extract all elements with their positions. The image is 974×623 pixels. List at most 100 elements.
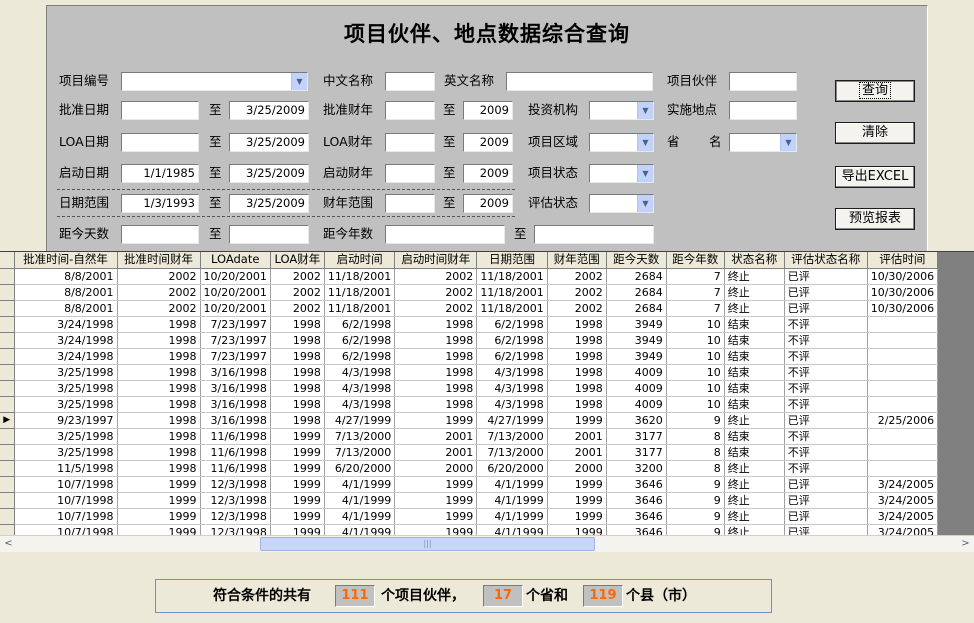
table-cell[interactable]: 3646	[606, 508, 667, 525]
table-cell[interactable]	[867, 348, 939, 365]
row-selector[interactable]	[0, 348, 15, 365]
table-cell[interactable]: 1999	[270, 444, 325, 461]
table-cell[interactable]: 12/3/1998	[200, 492, 271, 509]
chevron-down-icon[interactable]: ▼	[780, 134, 796, 151]
table-cell[interactable]	[867, 444, 939, 461]
table-cell[interactable]: 6/2/1998	[324, 316, 396, 333]
table-cell[interactable]: 2000	[547, 460, 607, 477]
table-cell[interactable]: 7/13/2000	[324, 444, 396, 461]
results-grid[interactable]: 批准时间-自然年 批准时间财年 LOAdate LOA财年 启动时间 启动时间财…	[0, 251, 974, 535]
loa-fy-to-field[interactable]: 2009	[463, 133, 513, 152]
table-cell[interactable]: 1998	[117, 428, 201, 445]
table-cell[interactable]: 3/25/1998	[14, 444, 118, 461]
column-header[interactable]: 启动时间财年	[394, 252, 478, 269]
table-cell[interactable]: 11/6/1998	[200, 444, 271, 461]
table-cell[interactable]: 4009	[606, 396, 667, 413]
table-cell[interactable]: 1999	[394, 524, 478, 535]
table-cell[interactable]: 10	[666, 396, 725, 413]
table-row[interactable]: ▶ 9/23/1997 1998 3/16/1998 1998 4/27/1999 1999…	[0, 412, 939, 429]
table-cell[interactable]: 结束	[724, 348, 785, 365]
approve-date-from-field[interactable]	[121, 101, 199, 120]
table-cell[interactable]: 已评	[784, 524, 868, 535]
table-cell[interactable]: 9	[666, 524, 725, 535]
table-cell[interactable]: 12/3/1998	[200, 476, 271, 493]
table-cell[interactable]: 2002	[117, 268, 201, 285]
preview-report-button[interactable]: 预览报表	[835, 208, 915, 230]
table-cell[interactable]: 终止	[724, 300, 785, 317]
investor-select[interactable]: ▼	[589, 101, 654, 120]
row-selector[interactable]	[0, 300, 15, 317]
table-cell[interactable]: 1999	[117, 492, 201, 509]
table-cell[interactable]: 3/24/1998	[14, 348, 118, 365]
table-cell[interactable]: 1999	[117, 508, 201, 525]
chevron-down-icon[interactable]: ▼	[637, 195, 653, 212]
table-cell[interactable]: 10	[666, 364, 725, 381]
table-cell[interactable]	[867, 396, 939, 413]
table-cell[interactable]: 3949	[606, 332, 667, 349]
table-cell[interactable]: 1999	[270, 508, 325, 525]
table-cell[interactable]: 1998	[270, 364, 325, 381]
table-cell[interactable]: 1999	[547, 476, 607, 493]
loa-date-from-field[interactable]	[121, 133, 199, 152]
table-cell[interactable]: 1998	[394, 364, 478, 381]
row-selector[interactable]	[0, 524, 15, 535]
date-range-from-field[interactable]: 1/3/1993	[121, 194, 199, 213]
row-selector[interactable]: ▶	[0, 412, 15, 429]
table-cell[interactable]: 3/24/1998	[14, 316, 118, 333]
table-cell[interactable]: 1998	[117, 460, 201, 477]
table-cell[interactable]: 3177	[606, 428, 667, 445]
table-cell[interactable]: 7/13/2000	[476, 444, 548, 461]
table-cell[interactable]: 8/8/2001	[14, 300, 118, 317]
partner-field[interactable]	[729, 72, 797, 91]
scroll-left-icon[interactable]: <	[0, 536, 17, 552]
table-cell[interactable]: 10/7/1998	[14, 492, 118, 509]
table-cell[interactable]: 10/7/1998	[14, 476, 118, 493]
table-row[interactable]: 10/7/1998 1999 12/3/1998 1999 4/1/1999 1999 4/…	[0, 476, 939, 493]
column-header[interactable]: 评估时间	[867, 252, 939, 269]
table-cell[interactable]: 1998	[394, 316, 478, 333]
table-cell[interactable]: 3620	[606, 412, 667, 429]
table-row[interactable]: 3/25/1998 1998 3/16/1998 1998 4/3/1998 1998 4/…	[0, 396, 939, 413]
table-cell[interactable]: 结束	[724, 428, 785, 445]
table-cell[interactable]: 3646	[606, 492, 667, 509]
table-row[interactable]: 3/25/1998 1998 11/6/1998 1999 7/13/2000 2001 7…	[0, 428, 939, 445]
table-cell[interactable]: 不评	[784, 380, 868, 397]
table-cell[interactable]: 已评	[784, 492, 868, 509]
table-cell[interactable]: 1999	[270, 524, 325, 535]
table-cell[interactable]: 2684	[606, 300, 667, 317]
table-cell[interactable]: 9	[666, 492, 725, 509]
table-cell[interactable]: 4/3/1998	[324, 364, 396, 381]
table-cell[interactable]: 2001	[547, 428, 607, 445]
project-no-select[interactable]: ▼	[121, 72, 308, 91]
table-cell[interactable]: 1998	[270, 380, 325, 397]
table-cell[interactable]: 终止	[724, 476, 785, 493]
table-cell[interactable]: 1998	[547, 348, 607, 365]
table-row[interactable]: 3/25/1998 1998 11/6/1998 1999 7/13/2000 2001 7…	[0, 444, 939, 461]
site-field[interactable]	[729, 101, 797, 120]
table-cell[interactable]: 8	[666, 444, 725, 461]
table-cell[interactable]: 4/3/1998	[324, 396, 396, 413]
table-row[interactable]: 11/5/1998 1998 11/6/1998 1999 6/20/2000 2000 6…	[0, 460, 939, 477]
table-cell[interactable]: 1999	[117, 476, 201, 493]
table-row[interactable]: 10/7/1998 1999 12/3/1998 1999 4/1/1999 1999 4/…	[0, 508, 939, 525]
column-header[interactable]: 启动时间	[324, 252, 396, 269]
table-cell[interactable]: 11/18/2001	[476, 300, 548, 317]
table-cell[interactable]: 11/18/2001	[324, 300, 396, 317]
table-cell[interactable]: 8/8/2001	[14, 268, 118, 285]
chevron-down-icon[interactable]: ▼	[637, 165, 653, 182]
table-cell[interactable]: 终止	[724, 412, 785, 429]
table-cell[interactable]: 已评	[784, 476, 868, 493]
table-cell[interactable]: 10/20/2001	[200, 284, 271, 301]
table-cell[interactable]: 终止	[724, 524, 785, 535]
table-cell[interactable]	[867, 460, 939, 477]
row-selector[interactable]	[0, 476, 15, 493]
table-cell[interactable]: 1998	[117, 332, 201, 349]
table-cell[interactable]: 6/2/1998	[476, 348, 548, 365]
row-selector[interactable]	[0, 492, 15, 509]
table-cell[interactable]: 3200	[606, 460, 667, 477]
table-cell[interactable]: 11/18/2001	[476, 284, 548, 301]
table-cell[interactable]: 7/13/2000	[324, 428, 396, 445]
table-cell[interactable]: 6/2/1998	[476, 316, 548, 333]
table-cell[interactable]: 2002	[270, 300, 325, 317]
days-ago-to-field[interactable]	[229, 225, 309, 244]
